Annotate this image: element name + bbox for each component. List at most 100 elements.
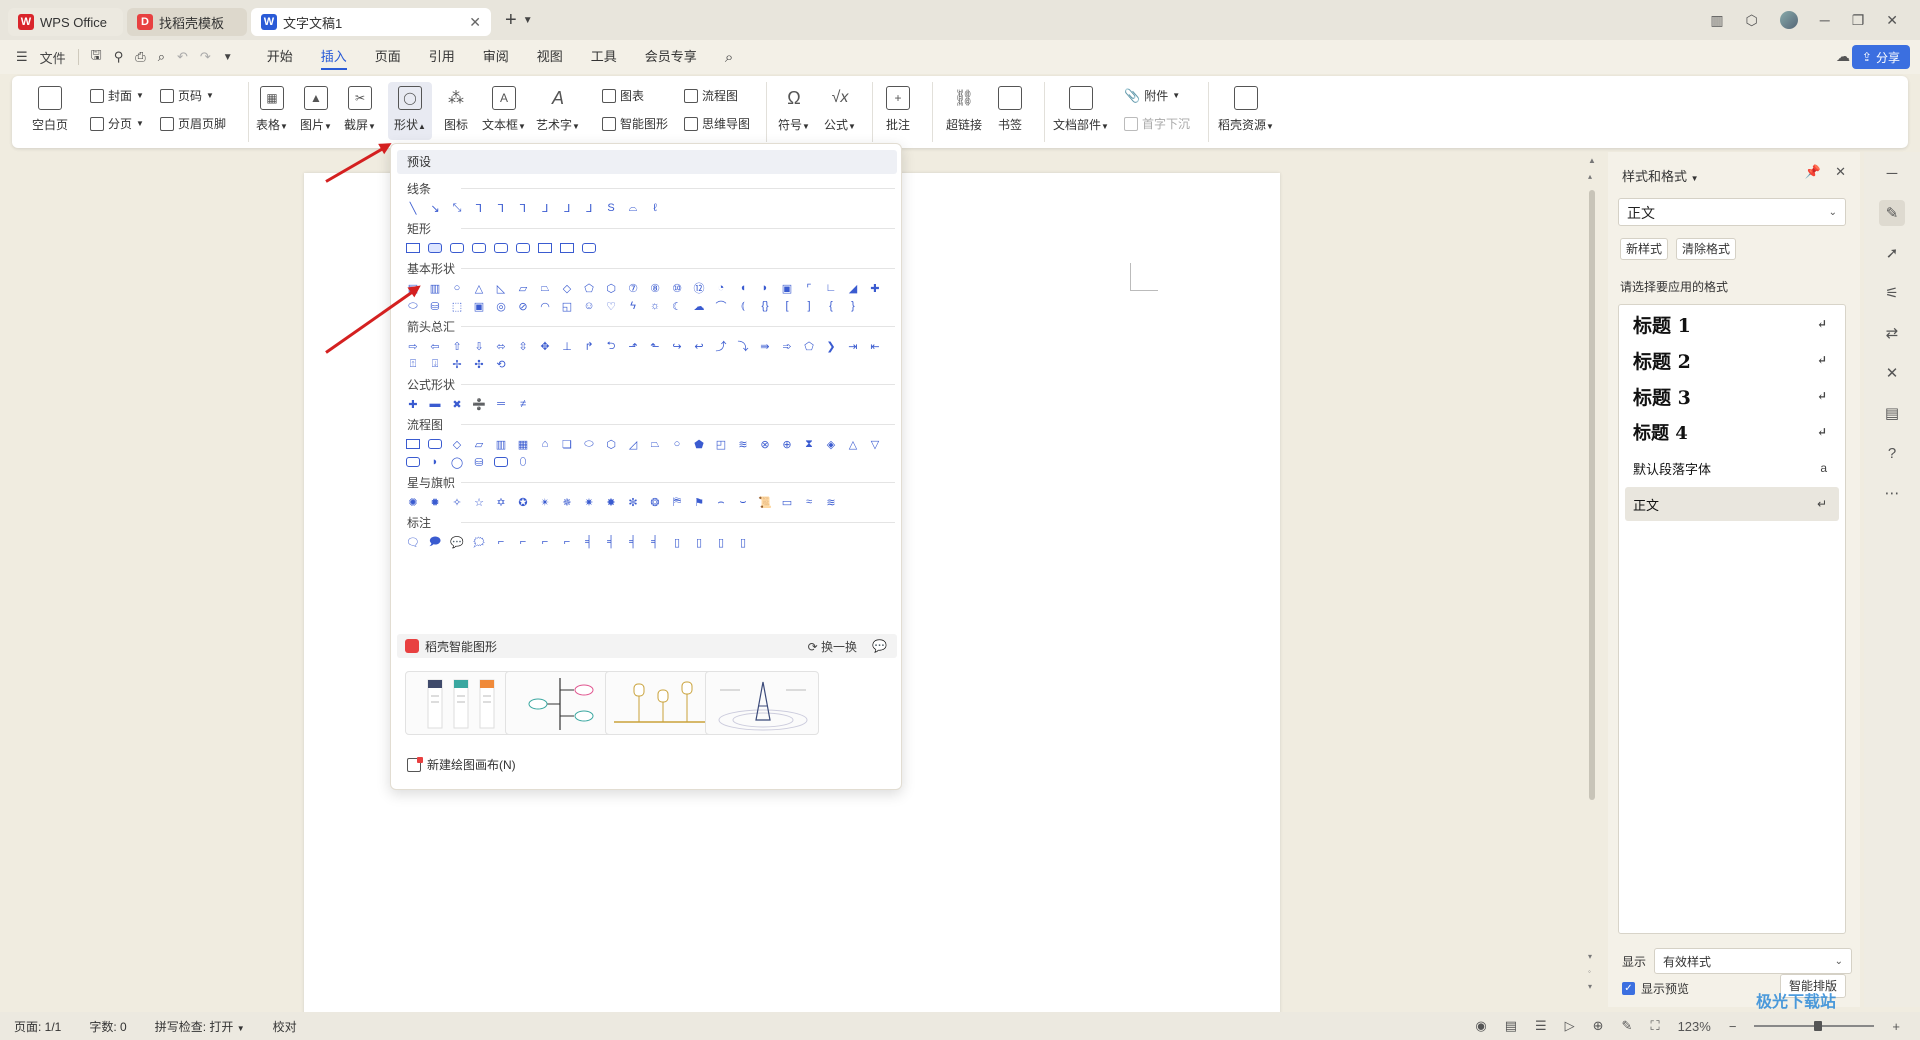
- u-turn-arrow-shape[interactable]: ⮌: [602, 337, 620, 355]
- down-arrow-shape[interactable]: ⇩: [470, 337, 488, 355]
- save-icon[interactable]: 🖫: [91, 46, 102, 68]
- page-break-button[interactable]: 分页 ▼: [90, 115, 144, 132]
- striped-right-arrow-shape[interactable]: ⇛: [756, 337, 774, 355]
- left-arrow-callout-shape[interactable]: ⇤: [866, 337, 884, 355]
- flowchart-or-shape[interactable]: ⊕: [778, 435, 796, 453]
- curved-connector-shape[interactable]: ᒧ: [536, 199, 554, 217]
- rounded-rectangle-shape[interactable]: [426, 239, 444, 257]
- style-heading-2[interactable]: 标题 2 ↵: [1625, 343, 1839, 377]
- quad-arrow-callout-shape[interactable]: ✢: [448, 355, 466, 373]
- flowchart-connector-shape[interactable]: ○: [668, 435, 686, 453]
- symbol-button[interactable]: Ω 符号▼: [774, 86, 814, 133]
- menu-references[interactable]: 引用: [415, 40, 469, 74]
- outline-view-icon[interactable]: ☰: [1535, 1018, 1547, 1034]
- bookmark-button[interactable]: 书签: [992, 86, 1028, 133]
- round-same-side-rectangle-shape[interactable]: [558, 239, 576, 257]
- pentagon-arrow-shape[interactable]: ⬠: [800, 337, 818, 355]
- tools-icon[interactable]: ✕: [1879, 360, 1905, 386]
- star-16-shape[interactable]: ✸: [602, 493, 620, 511]
- left-right-arrow-shape[interactable]: ⬄: [492, 337, 510, 355]
- up-down-arrow-shape[interactable]: ⇳: [514, 337, 532, 355]
- bevel-shape[interactable]: ▣: [470, 297, 488, 315]
- pin-icon[interactable]: 📌: [1805, 164, 1821, 180]
- menu-view[interactable]: 视图: [523, 40, 577, 74]
- folded-corner-shape[interactable]: ◱: [558, 297, 576, 315]
- lightning-shape[interactable]: ϟ: [624, 297, 642, 315]
- curved-up-ribbon-shape[interactable]: ⌢: [712, 493, 730, 511]
- elbow-arrow-connector-shape[interactable]: ⅂: [492, 199, 510, 217]
- vertical-scrollbar[interactable]: ▲ ▴ ▾ ◦ ▾: [1584, 152, 1600, 1007]
- bent-arrow-shape[interactable]: ↱: [580, 337, 598, 355]
- flowchart-sequential-storage-shape[interactable]: ◯: [448, 453, 466, 471]
- flowchart-internal-storage-shape[interactable]: ▦: [514, 435, 532, 453]
- help-icon[interactable]: ?: [1879, 440, 1905, 466]
- circular-arrow-2-shape[interactable]: ⟲: [492, 355, 510, 373]
- left-bracket-shape[interactable]: [: [778, 297, 796, 315]
- chevron-down-icon[interactable]: ▼: [523, 15, 533, 26]
- textbox-button[interactable]: A 文本框▼: [480, 86, 528, 133]
- menu-tools[interactable]: 工具: [577, 40, 631, 74]
- icon-button[interactable]: ⁂ 图标: [436, 86, 476, 133]
- right-arrow-shape[interactable]: ⇨: [404, 337, 422, 355]
- flowchart-display-shape[interactable]: ⬯: [514, 453, 532, 471]
- donut-shape[interactable]: ◎: [492, 297, 510, 315]
- collapse-icon[interactable]: ─: [1879, 160, 1905, 186]
- explosion-2-shape[interactable]: ✹: [426, 493, 444, 511]
- elbow-connector-shape[interactable]: ⅂: [470, 199, 488, 217]
- circular-arrow-shape[interactable]: ✣: [470, 355, 488, 373]
- style-brush-icon[interactable]: ✎: [1879, 200, 1905, 226]
- flowchart-manual-input-shape[interactable]: ◿: [624, 435, 642, 453]
- flowchart-document-shape[interactable]: ⌂: [536, 435, 554, 453]
- star-4-shape[interactable]: ✧: [448, 493, 466, 511]
- page-view-icon[interactable]: ▤: [1505, 1018, 1517, 1034]
- vertical-textbox-shape[interactable]: ▥: [426, 279, 444, 297]
- flowchart-stored-data-shape[interactable]: [404, 453, 422, 471]
- star-8-shape[interactable]: ✴: [536, 493, 554, 511]
- style-heading-1[interactable]: 标题 1 ↵: [1625, 307, 1839, 341]
- pentagon-shape[interactable]: ⬠: [580, 279, 598, 297]
- menu-review[interactable]: 审阅: [469, 40, 523, 74]
- line-callout-4-shape[interactable]: ⌐: [558, 533, 576, 551]
- smiley-face-shape[interactable]: ☺: [580, 297, 598, 315]
- pen-icon[interactable]: ✎: [1622, 1018, 1633, 1034]
- zoom-in-icon[interactable]: +: [1892, 1019, 1900, 1034]
- cover-button[interactable]: 封面 ▼: [90, 87, 144, 104]
- curved-left-arrow-shape[interactable]: ↩: [690, 337, 708, 355]
- double-arrow-line-shape[interactable]: ⤡: [448, 199, 466, 217]
- trapezoid-shape[interactable]: ⏢: [536, 279, 554, 297]
- smart-shape-thumbnail[interactable]: [505, 671, 619, 735]
- cloud-shape[interactable]: ☁: [690, 297, 708, 315]
- formula-button[interactable]: √x 公式▼: [820, 86, 860, 133]
- menu-insert[interactable]: 插入: [307, 40, 361, 74]
- screenshot-button[interactable]: ✂ 截屏▼: [340, 86, 380, 133]
- double-wave-shape[interactable]: ≋: [822, 493, 840, 511]
- pie-shape[interactable]: ◔: [712, 279, 730, 297]
- flowchart-merge-shape[interactable]: ▽: [866, 435, 884, 453]
- up-arrow-callout-shape[interactable]: ⍐: [404, 355, 422, 373]
- panel-title[interactable]: 样式和格式 ▼: [1622, 166, 1699, 185]
- sun-shape[interactable]: ☼: [646, 297, 664, 315]
- play-icon[interactable]: ▷: [1565, 1018, 1575, 1034]
- flowchart-magnetic-disk-shape[interactable]: ⛁: [470, 453, 488, 471]
- arrow-line-shape[interactable]: ↘: [426, 199, 444, 217]
- scroll-up-icon[interactable]: ▲: [1588, 156, 1596, 165]
- rectangle-shape[interactable]: [404, 239, 422, 257]
- decagon-shape[interactable]: ⑩: [668, 279, 686, 297]
- new-style-button[interactable]: 新样式: [1620, 238, 1669, 260]
- equal-shape[interactable]: ═: [492, 395, 510, 413]
- up-ribbon-shape[interactable]: ⛿: [668, 493, 686, 511]
- fit-icon[interactable]: ⛶: [1650, 1018, 1659, 1034]
- word-count[interactable]: 字数: 0: [75, 1018, 140, 1035]
- mindmap-button[interactable]: 思维导图: [684, 115, 750, 132]
- dodecagon-shape[interactable]: ⑫: [690, 279, 708, 297]
- up-arrow-shape[interactable]: ⇧: [448, 337, 466, 355]
- link-icon[interactable]: ⚲: [114, 49, 124, 65]
- l-shape[interactable]: ∟: [822, 279, 840, 297]
- show-filter-select[interactable]: 有效样式 ⌄: [1654, 948, 1853, 974]
- plus-shape[interactable]: ✚: [404, 395, 422, 413]
- avatar[interactable]: [1779, 11, 1798, 29]
- eye-icon[interactable]: ◉: [1475, 1018, 1486, 1034]
- round-corner-rectangle-shape[interactable]: [536, 239, 554, 257]
- line-shape[interactable]: ╲: [404, 199, 422, 217]
- menu-member[interactable]: 会员专享: [631, 40, 711, 74]
